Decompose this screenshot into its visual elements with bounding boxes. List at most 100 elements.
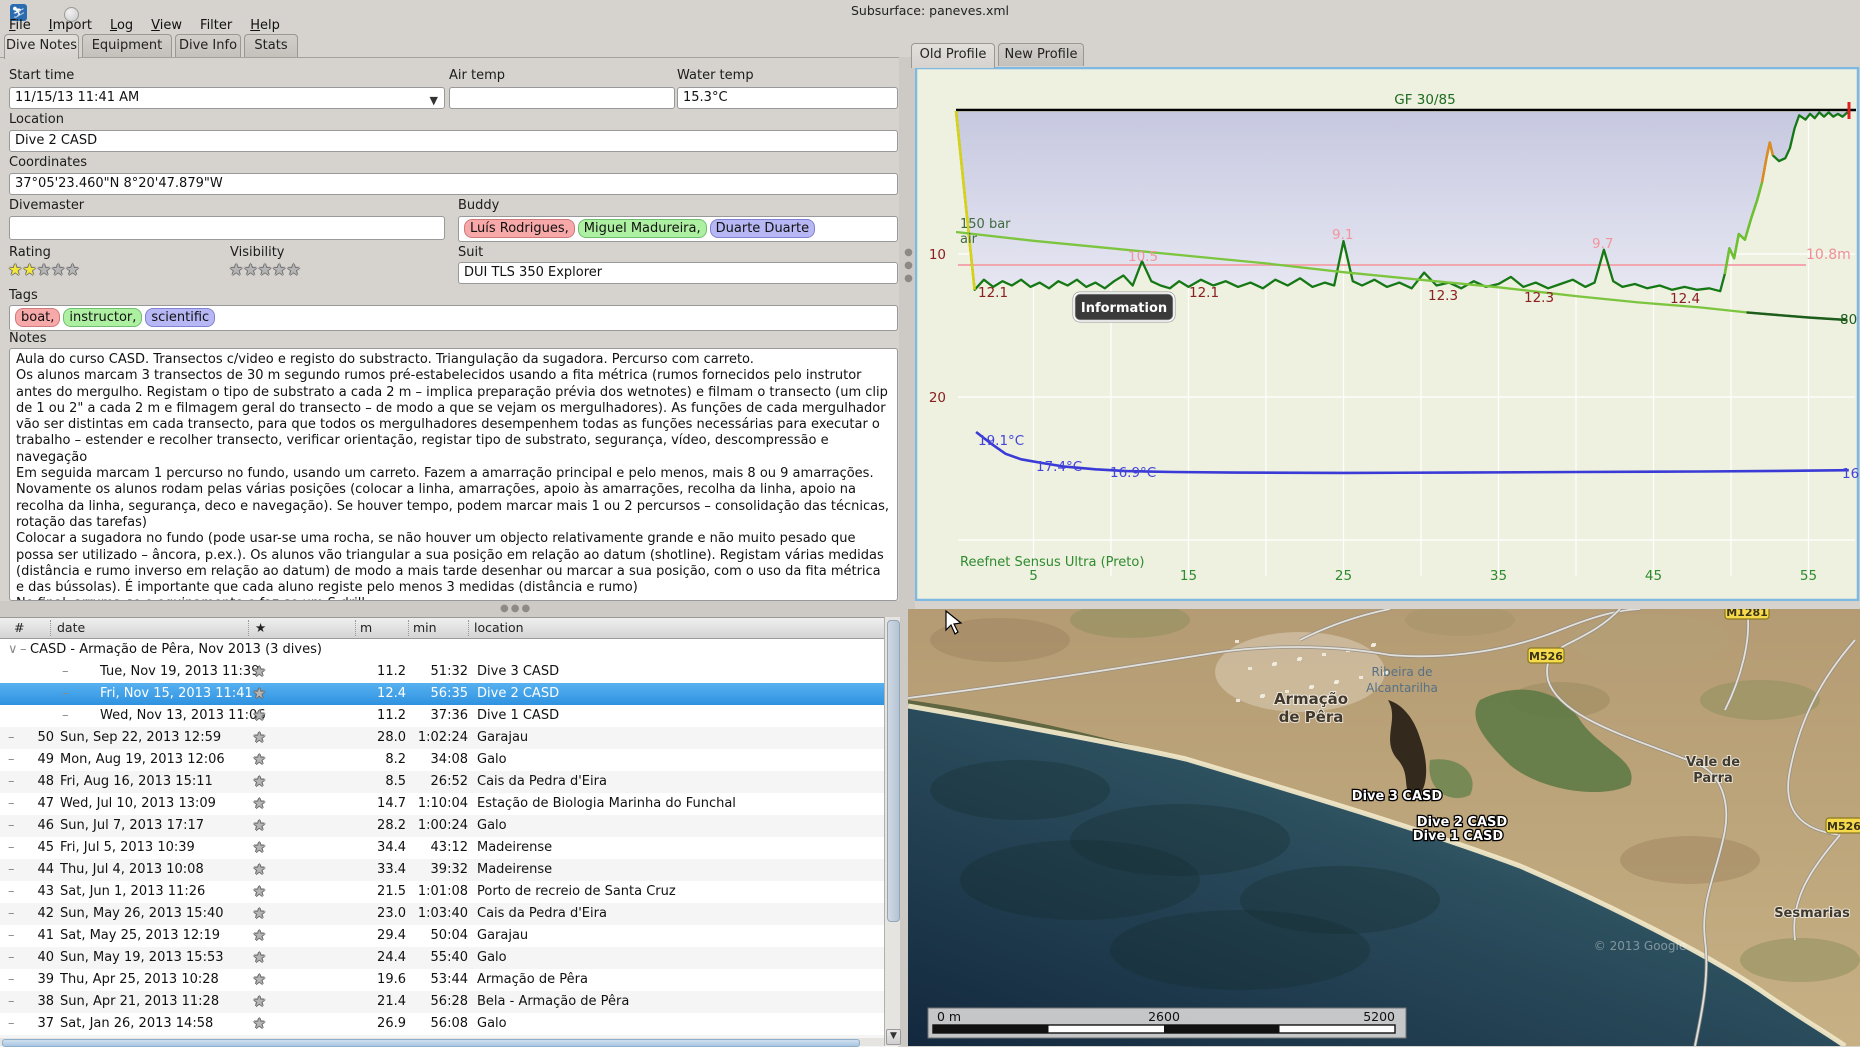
column-header-3[interactable]: m [360,620,372,635]
visibility-stars[interactable]: ★★★★★ [229,260,301,279]
dive-list: # date ★ m min location ∨ – CASD - Armação de P… [0,617,898,1047]
dive-row[interactable]: – Wed, Nov 13, 2013 11:06 ★ ★ ★ ★ ★ 11.2 37:36 Di… [0,705,898,727]
svg-text:10.5: 10.5 [1128,249,1158,265]
information-tooltip[interactable]: Information [1072,291,1176,323]
svg-text:12.3: 12.3 [1428,288,1458,304]
dive-row[interactable]: –42 Sun, May 26, 2013 15:40 ★ ★ ★ ★ ★ 23.0 1:03:… [0,903,898,925]
tags-label: Tags [9,288,38,303]
tags-input[interactable]: boat, instructor, scientific [9,305,898,331]
menu-filter[interactable]: Filter [191,18,241,33]
tab-stats[interactable]: Stats [244,34,298,57]
svg-text:12.4: 12.4 [1670,291,1700,307]
dive-list-hscrollbar[interactable] [0,1038,884,1047]
svg-text:15: 15 [1180,568,1197,584]
dive-row[interactable]: –43 Sat, Jun 1, 2013 11:26 ★ ★ ★ ★ ★ 21.5 1:01:0… [0,881,898,903]
dive-row[interactable]: –38 Sun, Apr 21, 2013 11:28 ★ ★ ★ ★ ★ 21.4 56:28… [0,991,898,1013]
dive-profile-chart[interactable]: GF 30/85 10 20 5 15 25 35 45 55 Reefnet Sensus Ul… [915,67,1860,601]
pill-luísrodrigues: Luís Rodrigues, [464,219,575,238]
star-icon: ★ [22,260,37,279]
dive-row[interactable]: –46 Sun, Jul 7, 2013 17:17 ★ ★ ★ ★ ★ 28.2 1:00:2… [0,815,898,837]
dive-row[interactable]: –39 Thu, Apr 25, 2013 10:28 ★ ★ ★ ★ ★ 19.6 53:44… [0,969,898,991]
svg-text:45: 45 [1645,568,1662,584]
vscroll-thumb[interactable] [887,620,900,922]
dive-row[interactable]: – Tue, Nov 19, 2013 11:39 ★ ★ ★ ★ ★ 11.2 51:32 Di… [0,661,898,683]
svg-text:17.4°C: 17.4°C [1036,459,1082,475]
divemaster-input[interactable] [9,216,445,240]
map-label: de Pêra [1279,708,1344,726]
start-time-label: Start time [9,68,75,83]
star-icon: ★ [8,260,23,279]
visibility-label: Visibility [230,245,285,260]
dive-row[interactable]: –50 Sun, Sep 22, 2013 12:59 ★ ★ ★ ★ ★ 28.0 1:02:… [0,727,898,749]
svg-text:12.1: 12.1 [978,285,1008,301]
star-icon: ★ [286,260,301,279]
rating-stars[interactable]: ★★★★★ [8,260,80,279]
column-header-0[interactable]: # [14,620,24,635]
svg-text:16: 16 [1842,466,1859,482]
pill-boat: boat, [15,308,61,327]
tab-dive-info[interactable]: Dive Info [175,34,241,57]
dive-row[interactable]: –48 Fri, Aug 16, 2013 15:11 ★ ★ ★ ★ ★ 8.5 26:52 C… [0,771,898,793]
svg-text:2600: 2600 [1148,1009,1180,1024]
menu-file[interactable]: File [0,18,40,33]
column-header-4[interactable]: min [413,620,437,635]
star-icon: ★ [243,260,258,279]
column-header-1[interactable]: date [57,620,85,635]
menu-help[interactable]: Help [241,18,289,33]
map-label: Parra [1693,771,1733,786]
dive-trip-group-row[interactable]: ∨ – CASD - Armação de Pêra, Nov 2013 (3 di… [0,639,898,661]
menu-log[interactable]: Log [101,18,142,33]
horizontal-splitter[interactable]: ●●● [0,601,899,617]
road-badge: M526 [1825,817,1860,834]
tab-equipment[interactable]: Equipment [82,34,172,57]
svg-text:M1281: M1281 [1726,609,1768,619]
svg-text:12.1: 12.1 [1189,285,1219,301]
column-header-2[interactable]: ★ [255,620,266,635]
dive-row[interactable]: –44 Thu, Jul 4, 2013 10:08 ★ ★ ★ ★ ★ 33.4 39:32 M… [0,859,898,881]
coordinates-input[interactable]: 37°05'23.460"N 8°20'47.879"W [9,173,898,195]
svg-text:20: 20 [929,390,946,406]
svg-text:GF 30/85: GF 30/85 [1394,92,1455,108]
road-badge: M1281 [1724,609,1770,620]
dive-list-header[interactable]: # date ★ m min location [0,618,898,639]
dive-row[interactable]: –40 Sun, May 19, 2013 15:53 ★ ★ ★ ★ ★ 24.4 55:40… [0,947,898,969]
divemaster-label: Divemaster [9,198,85,213]
dive-site-map[interactable]: Armaçãode Pêra Ribeira de Alcantarilha Vale… [908,609,1860,1046]
column-header-5[interactable]: location [474,620,524,635]
menu-import[interactable]: Import [40,18,101,33]
tab-new-profile[interactable]: New Profile [998,43,1084,66]
left-tab-bar: Dive Notes Equipment Dive Info Stats [4,34,894,59]
location-label: Location [9,112,64,127]
tab-dive-notes[interactable]: Dive Notes [4,34,79,59]
dive-row[interactable]: –47 Wed, Jul 10, 2013 13:09 ★ ★ ★ ★ ★ 14.7 1:10:… [0,793,898,815]
dive-row[interactable]: –37 Sat, Jan 26, 2013 14:58 ★ ★ ★ ★ ★ 26.9 56:08… [0,1013,898,1035]
tab-old-profile[interactable]: Old Profile [911,43,995,68]
star-icon: ★ [36,260,52,279]
water-temp-label: Water temp [677,68,754,83]
road-badge: M526 [1527,647,1565,664]
water-temp-input[interactable]: 15.3°C [677,87,898,109]
scroll-down-button[interactable]: ▼ [886,1029,901,1045]
coordinates-label: Coordinates [9,155,88,170]
dive-row[interactable]: – Fri, Nov 15, 2013 11:41 ★ ★ ★ ★ ★ 12.4 56:35 Di… [0,683,898,705]
buddy-input[interactable]: Luís Rodrigues, Miguel Madureira, Duarte D… [458,216,898,242]
svg-text:5200: 5200 [1363,1009,1395,1024]
map-label: Vale de [1686,755,1740,770]
dive-row[interactable]: –49 Mon, Aug 19, 2013 12:06 ★ ★ ★ ★ ★ 8.2 34:08 G… [0,749,898,771]
dive-row[interactable]: –41 Sat, May 25, 2013 12:19 ★ ★ ★ ★ ★ 29.4 50:04… [0,925,898,947]
menu-view[interactable]: View [142,18,191,33]
suit-input[interactable]: DUI TLS 350 Explorer [458,262,898,284]
location-input[interactable]: Dive 2 CASD [9,130,898,152]
star-icon: ★ [51,260,66,279]
svg-text:9.7: 9.7 [1592,236,1613,252]
star-icon: ★ [272,260,287,279]
pill-scientific: scientific [145,308,216,327]
map-label: © 2013 Google [1594,939,1686,953]
air-temp-input[interactable] [449,87,675,109]
dive-row[interactable]: –45 Fri, Jul 5, 2013 10:39 ★ ★ ★ ★ ★ 34.4 43:12 M… [0,837,898,859]
notes-label: Notes [9,331,47,346]
chevron-down-icon[interactable]: ▼ [430,91,438,108]
start-time-input[interactable]: 11/15/13 11:41 AM ▼ [9,87,445,109]
notes-textarea[interactable]: Aula do curso CASD. Transectos c/video e… [9,348,898,601]
dive-list-vscrollbar[interactable]: ▼ [884,617,901,1046]
